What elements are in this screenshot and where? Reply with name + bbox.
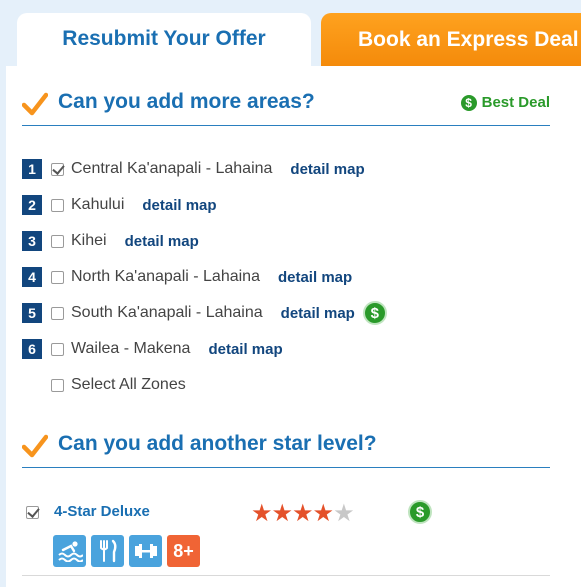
zone-row: 3 Kihei detail map (22, 230, 199, 252)
orange-check-icon (22, 92, 48, 116)
star-section-title: Can you add another star level? (58, 432, 377, 455)
zone-label[interactable]: Central Ka'anapali - Lahaina (71, 160, 272, 178)
zone-checkbox[interactable] (51, 342, 64, 356)
star-level-checkbox[interactable] (26, 506, 39, 519)
tab-resubmit-offer-label: Resubmit Your Offer (62, 27, 266, 50)
amenity-icons: 8+ (53, 535, 200, 567)
areas-section-header: Can you add more areas? $ Best Deal (22, 86, 550, 126)
areas-section-title: Can you add more areas? (58, 90, 315, 113)
fitness-icon (129, 535, 162, 567)
zone-number-badge: 6 (22, 339, 42, 359)
zone-checkbox[interactable] (51, 198, 64, 212)
zone-label[interactable]: North Ka'anapali - Lahaina (71, 268, 260, 286)
zone-number-badge: 4 (22, 267, 42, 287)
zone-checkbox[interactable] (51, 234, 64, 248)
select-all-row: Select All Zones (22, 374, 186, 396)
star-level-row: 4-Star Deluxe ★★★★★ $ (26, 499, 556, 532)
pool-icon (53, 535, 86, 567)
zone-label[interactable]: Wailea - Makena (71, 340, 190, 358)
zone-label[interactable]: Kihei (71, 232, 107, 250)
detail-map-link[interactable]: detail map (125, 233, 199, 250)
zone-number-badge: 3 (22, 231, 42, 251)
zone-row: 2 Kahului detail map (22, 194, 217, 216)
offer-panel: Can you add more areas? $ Best Deal 1 Cen… (6, 66, 581, 587)
detail-map-link[interactable]: detail map (278, 269, 352, 286)
zone-number-badge: 5 (22, 303, 42, 323)
tab-book-express-deal-label: Book an Express Deal (358, 28, 579, 51)
orange-check-icon (22, 434, 48, 458)
zone-label[interactable]: Kahului (71, 196, 124, 214)
best-deal-label: Best Deal (481, 94, 550, 111)
star-filled-icon: ★ (271, 500, 293, 527)
star-level-label[interactable]: 4-Star Deluxe (54, 503, 150, 520)
detail-map-link[interactable]: detail map (290, 161, 364, 178)
star-section-header: Can you add another star level? (22, 428, 550, 468)
star-rating: ★★★★★ (251, 499, 355, 528)
zone-checkbox[interactable] (51, 306, 64, 320)
star-filled-icon: ★ (251, 500, 272, 527)
restaurant-icon (91, 535, 124, 567)
best-deal-legend: $ Best Deal (460, 94, 550, 111)
section-divider (22, 575, 550, 576)
star-filled-icon: ★ (292, 500, 313, 527)
select-all-checkbox[interactable] (51, 378, 64, 392)
zone-row: 6 Wailea - Makena detail map (22, 338, 283, 360)
star-filled-icon: ★ (312, 500, 334, 527)
zone-checkbox[interactable] (51, 270, 64, 284)
star-empty-icon: ★ (333, 500, 354, 527)
zone-row: 4 North Ka'anapali - Lahaina detail map (22, 266, 352, 288)
tab-resubmit-offer[interactable]: Resubmit Your Offer (17, 13, 311, 71)
detail-map-link[interactable]: detail map (142, 197, 216, 214)
kids-8plus-icon: 8+ (167, 535, 200, 567)
tab-book-express-deal[interactable]: Book an Express Deal (321, 13, 581, 67)
detail-map-link[interactable]: detail map (208, 341, 282, 358)
detail-map-link[interactable]: detail map (281, 305, 355, 322)
zone-row: 5 South Ka'anapali - Lahaina detail map $ (22, 301, 387, 325)
zone-row: 1 Central Ka'anapali - Lahaina detail map (22, 158, 365, 180)
select-all-label[interactable]: Select All Zones (71, 376, 186, 394)
zone-checkbox[interactable] (51, 162, 64, 176)
best-deal-dollar-icon: $ (408, 500, 432, 524)
best-deal-dollar-icon: $ (362, 301, 387, 325)
zone-label[interactable]: South Ka'anapali - Lahaina (71, 304, 263, 322)
zone-number-badge: 2 (22, 195, 42, 215)
dollar-icon: $ (460, 94, 477, 111)
zone-number-badge: 1 (22, 159, 42, 179)
